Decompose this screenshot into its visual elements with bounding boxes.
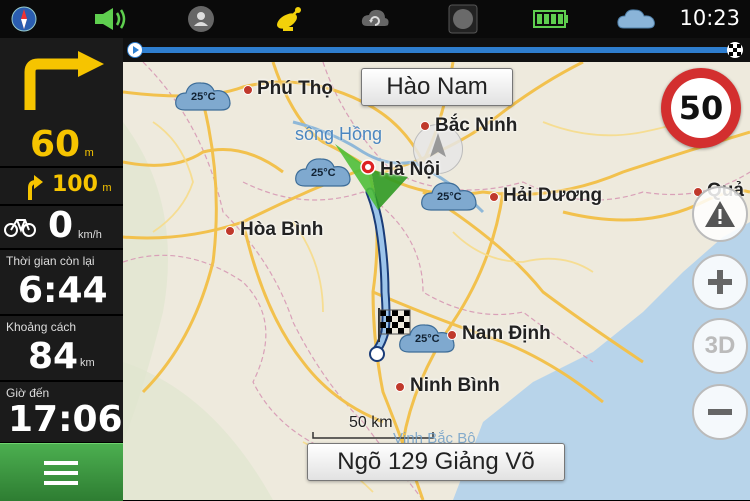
hamburger-menu-icon <box>44 461 78 485</box>
minus-icon <box>708 409 732 415</box>
volume-icon[interactable] <box>92 5 132 33</box>
destination-road-label[interactable]: Ngõ 129 Giảng Võ <box>307 443 565 481</box>
route-start-dot <box>369 346 385 362</box>
compass-icon[interactable] <box>8 5 40 33</box>
distance-value: 84 <box>28 336 79 377</box>
zoom-in-button[interactable] <box>692 254 748 310</box>
remaining-time-panel: Thời gian còn lại 6:44 <box>0 250 123 316</box>
warning-button[interactable] <box>692 186 748 242</box>
weather-temp: 25°C <box>437 191 462 203</box>
city-label[interactable]: Bắc Ninh <box>435 115 517 137</box>
weather-temp: 25°C <box>415 333 440 345</box>
plus-icon <box>708 270 732 294</box>
progress-start-icon <box>127 42 143 58</box>
warning-icon <box>705 201 735 227</box>
distance-label: Khoảng cách <box>6 320 77 334</box>
next-turn-arrow-icon <box>28 175 43 200</box>
record-icon[interactable] <box>446 4 480 34</box>
next-turn-distance-unit: m <box>102 182 112 194</box>
city-label[interactable]: Ninh Bình <box>410 375 500 397</box>
remaining-time-value: 6:44 <box>18 270 108 311</box>
view-3d-button[interactable]: 3D <box>692 318 748 374</box>
turn-distance-unit: m <box>84 147 94 159</box>
arrival-label: Giờ đến <box>6 386 50 400</box>
current-road-label[interactable]: Hào Nam <box>361 68 513 106</box>
city-label[interactable]: Hà Nội <box>380 159 440 181</box>
next-turn-distance: 100 m <box>52 172 112 197</box>
status-bar: 10:23 <box>0 0 750 38</box>
profile-pin-icon[interactable] <box>185 5 217 33</box>
finish-flag-icon <box>727 42 743 58</box>
speed-limit-value: 50 <box>671 78 731 138</box>
map-view[interactable]: sông Hồng Vịnh Bắc Bộ 25°C 25°C 25°C 25°… <box>123 62 750 500</box>
speed-limit-sign: 50 <box>661 68 741 148</box>
city-label[interactable]: Nam Định <box>462 323 551 345</box>
zoom-out-button[interactable] <box>692 384 748 440</box>
sync-icon[interactable] <box>358 5 392 33</box>
city-dot <box>489 192 499 202</box>
speed-panel: 0 km/h <box>0 205 123 250</box>
distance-unit: km <box>80 357 95 369</box>
city-label[interactable]: Hòa Bình <box>240 219 323 241</box>
satellite-icon[interactable] <box>272 5 306 33</box>
arrival-time-panel: Giờ đến 17:06 <box>0 382 123 444</box>
turn-distance: 60 m <box>30 124 94 165</box>
city-dot <box>420 121 430 131</box>
remaining-time-label: Thời gian còn lại <box>6 254 95 268</box>
clock: 10:23 <box>679 6 740 30</box>
weather-cloud-icon[interactable] <box>616 5 658 33</box>
city-dot <box>395 382 405 392</box>
distance-panel: Khoảng cách 84 km <box>0 316 123 382</box>
city-dot <box>225 226 235 236</box>
city-dot <box>243 85 253 95</box>
scale-label: 50 km <box>349 414 393 431</box>
bicycle-icon[interactable] <box>4 215 36 237</box>
next-turn-distance-value: 100 <box>52 172 98 197</box>
battery-icon <box>532 5 570 33</box>
river-label: sông Hồng <box>295 124 383 144</box>
progress-track <box>129 47 729 53</box>
menu-button[interactable] <box>0 443 123 501</box>
weather-temp: 25°C <box>191 91 216 103</box>
route-progress-bar <box>123 38 750 62</box>
next-turn-panel: 100 m <box>0 168 123 206</box>
speed-unit: km/h <box>78 229 102 241</box>
navigation-side-panel: 60 m 100 m 0 km/h Thời gian còn lại 6:44… <box>0 38 123 501</box>
city-label[interactable]: Hải Dương <box>503 185 602 207</box>
turn-distance-value: 60 <box>30 124 81 165</box>
speed-value: 0 <box>48 205 74 246</box>
turn-right-arrow-icon <box>24 51 104 110</box>
weather-badge[interactable]: 25°C <box>173 74 243 114</box>
city-dot <box>447 330 457 340</box>
city-label[interactable]: Phú Thọ <box>257 78 333 100</box>
turn-instruction-panel[interactable]: 60 m <box>0 38 123 168</box>
weather-temp: 25°C <box>311 167 336 179</box>
arrival-time-value: 17:06 <box>8 399 123 440</box>
weather-badge[interactable]: 25°C <box>293 150 363 190</box>
